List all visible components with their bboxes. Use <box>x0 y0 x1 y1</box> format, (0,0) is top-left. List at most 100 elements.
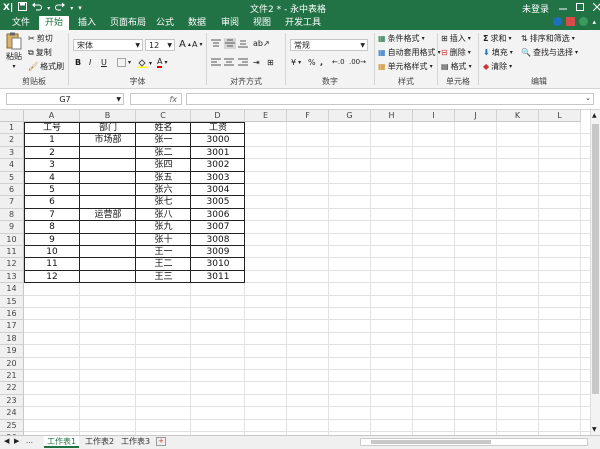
tab-home[interactable]: 开始 <box>39 16 70 30</box>
customize-qa-icon[interactable]: ▾ <box>78 4 82 12</box>
align-middle-button[interactable] <box>224 38 236 49</box>
font-color-button[interactable]: A ▾ <box>157 57 168 68</box>
prev-sheet-icon[interactable]: ◀ <box>4 437 9 445</box>
save-icon[interactable] <box>18 2 28 14</box>
font-size-select[interactable]: 12 ▼ <box>145 39 175 51</box>
next-sheet-icon[interactable]: ▶ <box>14 437 19 445</box>
align-center-button[interactable] <box>224 58 234 67</box>
horizontal-scroll-thumb[interactable] <box>371 440 491 444</box>
delete-cells-button[interactable]: ⊟ 删除 ▾ <box>441 47 471 58</box>
login-status[interactable]: 未登录 <box>522 2 549 15</box>
insert-cells-button[interactable]: ⊞ 插入 ▾ <box>441 33 471 44</box>
scroll-down-icon[interactable]: ▼ <box>592 426 597 433</box>
settings-icon[interactable] <box>579 17 589 26</box>
select-all-corner[interactable] <box>0 110 24 122</box>
scroll-up-icon[interactable]: ▲ <box>592 112 597 119</box>
column-header-f[interactable]: F <box>287 110 329 122</box>
row-header-10[interactable]: 10 <box>0 233 24 246</box>
cell-style-button[interactable]: ▦ 单元格样式 ▾ <box>378 61 433 72</box>
tab-formulas[interactable]: 公式 <box>150 16 180 30</box>
column-header-h[interactable]: H <box>371 110 413 122</box>
row-header-6[interactable]: 6 <box>0 184 24 197</box>
undo-icon[interactable] <box>32 2 43 14</box>
tab-data[interactable]: 数据 <box>182 16 212 30</box>
column-header-i[interactable]: I <box>413 110 455 122</box>
row-header-9[interactable]: 9 <box>0 221 24 234</box>
comma-button[interactable]: , <box>320 58 323 67</box>
tab-view[interactable]: 视图 <box>247 16 277 30</box>
ribbon-collapse-icon[interactable]: ▴ <box>592 18 596 26</box>
help-icon[interactable] <box>553 17 563 26</box>
horizontal-scrollbar[interactable] <box>360 438 588 446</box>
row-header-3[interactable]: 3 <box>0 146 24 160</box>
row-header-7[interactable]: 7 <box>0 196 24 209</box>
autosum-button[interactable]: Σ 求和 ▾ <box>483 33 511 44</box>
row-header-1[interactable]: 1 <box>0 122 24 135</box>
column-header-j[interactable]: J <box>455 110 497 122</box>
copy-button[interactable]: ⧉ 复制 <box>28 47 52 58</box>
tab-developer[interactable]: 开发工具 <box>279 16 327 30</box>
row-header-17[interactable]: 17 <box>0 320 24 333</box>
merge-cells-button[interactable]: ⊞ <box>267 58 274 67</box>
shrink-font-button[interactable]: A ▾ <box>192 40 203 49</box>
format-cells-button[interactable]: ▤ 格式 ▾ <box>441 61 472 72</box>
row-header-19[interactable]: 19 <box>0 345 24 358</box>
percent-button[interactable]: % <box>308 58 316 67</box>
currency-button[interactable]: ¥ ▾ <box>291 58 301 67</box>
conditional-format-button[interactable]: ▦ 条件格式 ▾ <box>378 33 425 44</box>
align-left-button[interactable] <box>211 58 221 67</box>
undo-dropdown-icon[interactable]: ▾ <box>47 5 50 12</box>
italic-button[interactable]: I <box>89 58 91 67</box>
sort-filter-button[interactable]: ⇅ 排序和筛选 ▾ <box>521 33 575 44</box>
more-sheets-icon[interactable]: … <box>26 437 33 445</box>
redo-dropdown-icon[interactable]: ▾ <box>70 5 73 12</box>
tab-page-layout[interactable]: 页面布局 <box>104 16 152 30</box>
fill-color-button[interactable]: ▾ <box>137 58 152 68</box>
clear-button[interactable]: ◆ 清除 ▾ <box>483 61 512 72</box>
row-header-24[interactable]: 24 <box>0 407 24 420</box>
grow-font-button[interactable]: A ▴ <box>179 39 191 50</box>
row-header-14[interactable]: 14 <box>0 283 24 296</box>
tab-insert[interactable]: 插入 <box>72 16 102 30</box>
orientation-button[interactable]: ab↗ <box>253 39 270 48</box>
paste-button[interactable]: 粘贴 ▾ <box>6 32 22 70</box>
cut-button[interactable]: ✂ 剪切 <box>28 33 53 44</box>
row-header-12[interactable]: 12 <box>0 258 24 271</box>
align-top-button[interactable] <box>211 39 221 48</box>
row-header-16[interactable]: 16 <box>0 308 24 321</box>
decrease-decimal-button[interactable]: .00→ <box>349 58 366 66</box>
skin-icon[interactable] <box>566 17 576 26</box>
column-header-d[interactable]: D <box>191 110 245 122</box>
indent-button[interactable]: ⇥ <box>253 58 260 67</box>
row-header-22[interactable]: 22 <box>0 382 24 395</box>
sheet-tab-3[interactable]: 工作表3 <box>118 436 153 448</box>
row-header-4[interactable]: 4 <box>0 159 24 172</box>
formula-input[interactable]: ⌄ <box>186 93 594 105</box>
row-header-20[interactable]: 20 <box>0 357 24 370</box>
align-bottom-button[interactable] <box>238 39 248 48</box>
vertical-scroll-thumb[interactable] <box>592 124 599 394</box>
number-format-select[interactable]: 常规 ▼ <box>290 39 368 51</box>
row-header-11[interactable]: 11 <box>0 246 24 259</box>
minimize-icon[interactable] <box>559 3 567 14</box>
row-header-15[interactable]: 15 <box>0 295 24 308</box>
sheet-tab-2[interactable]: 工作表2 <box>82 436 117 448</box>
sheet-tab-1[interactable]: 工作表1 <box>44 436 80 448</box>
redo-icon[interactable] <box>55 2 66 14</box>
row-header-21[interactable]: 21 <box>0 370 24 383</box>
add-sheet-icon[interactable]: + <box>156 437 166 446</box>
fill-button[interactable]: ⬇ 填充 ▾ <box>483 47 513 58</box>
close-icon[interactable] <box>592 2 600 14</box>
name-box[interactable]: G7 ▼ <box>6 93 124 105</box>
tab-file[interactable]: 文件 <box>6 16 36 30</box>
column-header-g[interactable]: G <box>329 110 371 122</box>
column-header-k[interactable]: K <box>497 110 539 122</box>
row-header-2[interactable]: 2 <box>0 134 24 147</box>
underline-button[interactable]: U <box>101 58 107 67</box>
restore-icon[interactable] <box>576 3 584 14</box>
worksheet-grid[interactable]: ▲ ▼ A B C D E F G H I J K L 1 2 3 4 5 6 7 8 9 10 11 12 13 14 15 16 1… <box>0 110 600 435</box>
row-header-8[interactable]: 8 <box>0 208 24 222</box>
row-header-25[interactable]: 25 <box>0 419 24 432</box>
column-header-e[interactable]: E <box>245 110 287 122</box>
insert-function-button[interactable]: fx <box>130 93 182 105</box>
